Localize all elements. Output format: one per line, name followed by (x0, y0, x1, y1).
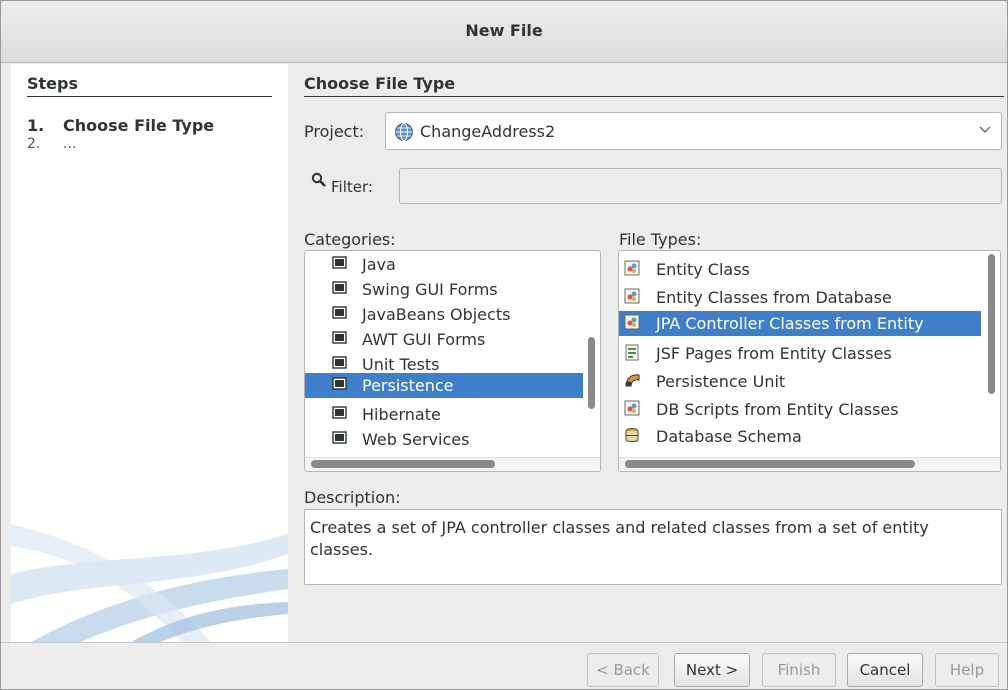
jsf-page-icon (625, 344, 639, 361)
project-value: ChangeAddress2 (420, 122, 556, 141)
step-1: 1. Choose File Type (27, 116, 214, 135)
entity-class-icon (624, 260, 640, 276)
entity-class-icon (624, 288, 640, 304)
categories-list[interactable]: Java Swing GUI Forms JavaBeans Objects A… (304, 250, 601, 472)
file-type-label: JSF Pages from Entity Classes (656, 344, 892, 363)
folder-icon (332, 281, 347, 294)
button-bar: < Back Next > Finish Cancel Help (1, 642, 1007, 689)
category-label: AWT GUI Forms (362, 330, 486, 349)
category-item-java[interactable]: Java (305, 252, 583, 277)
description-text: Creates a set of JPA controller classes … (304, 509, 1002, 585)
choose-file-type-heading: Choose File Type (304, 74, 1004, 97)
step-2-label: ... (63, 136, 77, 152)
file-types-label: File Types: (619, 230, 702, 249)
steps-heading: Steps (27, 74, 272, 97)
file-type-label: Entity Class (656, 260, 750, 279)
cancel-button[interactable]: Cancel (847, 653, 923, 687)
categories-label: Categories: (304, 230, 396, 249)
new-file-dialog: New File Steps 1. Choose File Type 2.... … (0, 0, 1008, 690)
file-type-item[interactable]: Entity Classes from Database (619, 285, 981, 310)
folder-icon (332, 431, 347, 444)
step-1-number: 1. (27, 116, 45, 135)
project-label: Project: (304, 122, 365, 141)
filter-label: Filter: (331, 178, 373, 196)
file-type-label: JPA Controller Classes from Entity (656, 314, 924, 333)
categories-vertical-scrollbar[interactable] (588, 337, 595, 409)
file-types-vertical-scrollbar[interactable] (988, 254, 995, 394)
title-bar[interactable]: New File (1, 1, 1007, 63)
entity-class-icon (624, 314, 640, 330)
file-type-label: Entity Classes from Database (656, 288, 892, 307)
steps-panel: Steps 1. Choose File Type 2.... (11, 64, 288, 642)
folder-icon (332, 406, 347, 419)
step-2-number: 2. (27, 136, 41, 152)
file-type-label: Persistence Unit (656, 372, 786, 391)
category-label: Swing GUI Forms (362, 280, 498, 299)
help-button[interactable]: Help (935, 653, 999, 687)
description-label: Description: (304, 488, 401, 507)
category-item-javabeans-objects[interactable]: JavaBeans Objects (305, 302, 583, 327)
file-type-item[interactable]: Database Schema (619, 424, 981, 449)
file-type-item-selected[interactable]: JPA Controller Classes from Entity (619, 311, 981, 336)
step-2: 2.... (27, 136, 76, 152)
category-item-hibernate[interactable]: Hibernate (305, 402, 583, 427)
dialog-title: New File (465, 21, 543, 40)
category-item-persistence[interactable]: Persistence (305, 373, 583, 398)
file-type-item[interactable]: Persistence Unit (619, 369, 981, 394)
database-schema-icon (625, 428, 639, 442)
search-icon (311, 172, 326, 187)
category-label: Web Services (362, 430, 470, 449)
folder-icon (332, 377, 347, 390)
file-type-label: Database Schema (656, 427, 802, 446)
file-types-horizontal-scrollbar[interactable] (625, 460, 915, 468)
categories-horizontal-scrollbar[interactable] (311, 460, 495, 468)
file-type-label: DB Scripts from Entity Classes (656, 400, 899, 419)
category-label: Hibernate (362, 405, 441, 424)
file-type-item[interactable]: Entity Class (619, 257, 981, 282)
filter-input[interactable] (399, 168, 1002, 204)
persistence-unit-icon (625, 374, 640, 387)
folder-icon (332, 256, 347, 269)
category-item-swing-gui-forms[interactable]: Swing GUI Forms (305, 277, 583, 302)
step-1-label: Choose File Type (63, 116, 215, 135)
project-combo[interactable]: ChangeAddress2 (385, 112, 1002, 150)
category-label: Persistence (362, 376, 454, 395)
category-label: Unit Tests (362, 355, 440, 374)
file-type-item[interactable]: DB Scripts from Entity Classes (619, 397, 981, 422)
finish-button[interactable]: Finish (762, 653, 836, 687)
category-label: JavaBeans Objects (362, 305, 511, 324)
category-item-web-services[interactable]: Web Services (305, 427, 583, 452)
category-label: Java (362, 255, 396, 274)
category-item-awt-gui-forms[interactable]: AWT GUI Forms (305, 327, 583, 352)
folder-icon (332, 331, 347, 344)
next-button[interactable]: Next > (674, 653, 750, 687)
main-panel: Choose File Type Project: ChangeAddress2… (289, 64, 1007, 642)
netbeans-swoosh-decoration (11, 524, 288, 642)
folder-icon (332, 356, 347, 369)
project-globe-icon (395, 123, 413, 141)
entity-class-icon (624, 400, 640, 416)
folder-icon (332, 306, 347, 319)
back-button[interactable]: < Back (587, 653, 659, 687)
file-type-item[interactable]: JSF Pages from Entity Classes (619, 341, 981, 366)
file-types-list[interactable]: Entity Class Entity Classes from Databas… (618, 250, 1001, 472)
chevron-down-icon (979, 126, 991, 133)
